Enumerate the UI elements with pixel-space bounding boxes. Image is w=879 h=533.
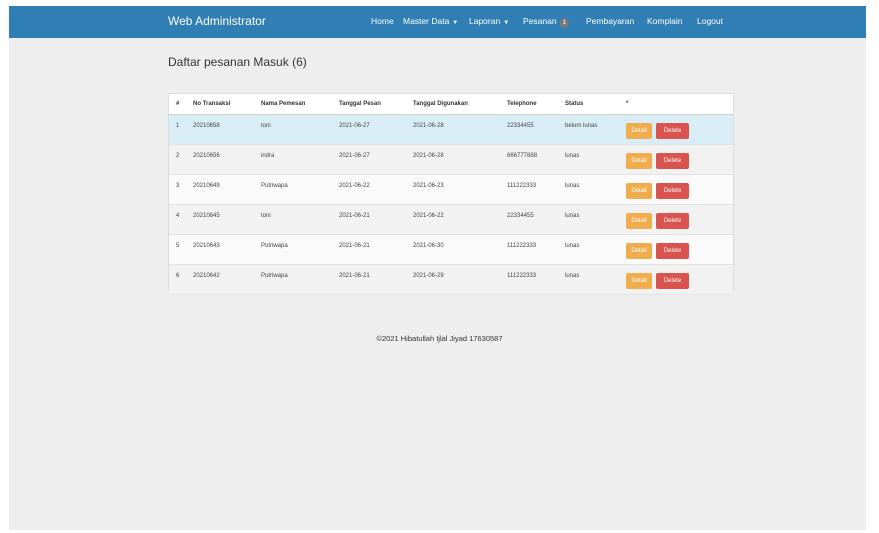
use-date: 2021-06-23 [413,183,444,189]
order-date: 2021-06-21 [339,273,370,279]
use-date: 2021-06-22 [413,213,444,219]
page-title: Daftar pesanan Masuk (6) [168,55,307,69]
detail-button[interactable]: Detail [626,273,652,289]
nav-master-data[interactable]: Master Data ▼ [403,16,458,26]
payment-status: belum lunas [565,123,598,129]
table-row: 1 20210658 toni 2021-06-27 2021-06-28 22… [169,115,733,145]
telephone: 666777888 [507,153,538,159]
caret-down-icon: ▼ [452,20,459,26]
table-row: 2 20210656 indra 2021-06-27 2021-06-28 6… [169,145,733,175]
detail-button[interactable]: Detail [626,153,652,169]
col-use-date-header: Tanggal Digunakan [413,101,468,107]
payment-status: lunas [565,273,580,279]
table-header: # No Transaksi Nama Pemesan Tanggal Pesa… [169,94,733,115]
order-date: 2021-06-21 [339,243,370,249]
nav-home-label: Home [371,16,394,26]
transaction-number: 20210643 [193,243,220,249]
delete-button[interactable]: Delete [656,153,689,169]
row-number: 5 [176,243,180,249]
col-status-header: Status [565,101,584,107]
table-row: 4 20210645 toni 2021-06-21 2021-06-22 22… [169,205,733,235]
transaction-number: 20210658 [193,123,220,129]
pesanan-count-badge: 1 [559,18,569,28]
delete-button[interactable]: Delete [656,273,689,289]
telephone: 111222333 [507,273,537,279]
customer-name: Putriwapa [261,243,288,249]
caret-down-icon: ▼ [503,20,510,26]
telephone: 22334455 [507,213,534,219]
delete-button[interactable]: Delete [656,243,689,259]
col-customer-header: Nama Pemesan [261,101,306,107]
nav-laporan[interactable]: Laporan ▼ [469,16,509,26]
payment-status: lunas [565,183,580,189]
row-number: 1 [176,123,180,129]
navbar: Web Administrator Home Master Data ▼ Lapo… [9,6,866,38]
telephone: 111222333 [507,183,537,189]
customer-name: toni [261,213,271,219]
nav-komplain-label: Komplain [647,16,683,26]
footer-copyright: ©2021 Hibatullah Ijlal Jiyad 17630587 [376,334,503,343]
order-date: 2021-06-22 [339,183,370,189]
telephone: 111222333 [507,243,537,249]
brand[interactable]: Web Administrator [168,14,266,28]
order-date: 2021-06-27 [339,153,370,159]
app-frame: Web Administrator Home Master Data ▼ Lapo… [9,6,866,530]
table-row: 6 20210642 Putriwapa 2021-06-21 2021-06-… [169,265,733,295]
nav-logout[interactable]: Logout [697,16,723,26]
table-row: 5 20210643 Putriwapa 2021-06-21 2021-06-… [169,235,733,265]
delete-button[interactable]: Delete [656,123,689,139]
row-number: 4 [176,213,180,219]
customer-name: Putriwapa [261,273,288,279]
col-number-header: # [176,101,180,107]
nav-pembayaran[interactable]: Pembayaran [586,16,634,26]
use-date: 2021-06-30 [413,243,444,249]
row-number: 3 [176,183,180,189]
payment-status: lunas [565,213,580,219]
row-number: 6 [176,273,180,279]
transaction-number: 20210645 [193,213,220,219]
col-order-date-header: Tanggal Pesan [339,101,381,107]
table-row: 3 20210649 Putriwapa 2021-06-22 2021-06-… [169,175,733,205]
col-action-header: * [626,101,629,107]
detail-button[interactable]: Detail [626,213,652,229]
nav-pembayaran-label: Pembayaran [586,16,635,26]
nav-pesanan-label: Pesanan [523,16,557,26]
transaction-number: 20210642 [193,273,220,279]
use-date: 2021-06-28 [413,153,444,159]
detail-button[interactable]: Detail [626,243,652,259]
detail-button[interactable]: Detail [626,123,652,139]
nav-master-label: Master Data [403,16,450,26]
nav-pesanan[interactable]: Pesanan 1 [523,16,569,28]
use-date: 2021-06-28 [413,123,444,129]
row-number: 2 [176,153,180,159]
orders-table: # No Transaksi Nama Pemesan Tanggal Pesa… [168,93,734,295]
customer-name: toni [261,123,271,129]
payment-status: lunas [565,153,580,159]
col-transaction-header: No Transaksi [193,101,231,107]
delete-button[interactable]: Delete [656,213,689,229]
transaction-number: 20210649 [193,183,220,189]
use-date: 2021-06-29 [413,273,444,279]
nav-komplain[interactable]: Komplain [647,16,682,26]
detail-button[interactable]: Detail [626,183,652,199]
payment-status: lunas [565,243,580,249]
nav-logout-label: Logout [697,16,723,26]
order-date: 2021-06-21 [339,213,370,219]
nav-laporan-label: Laporan [469,16,501,26]
col-phone-header: Telephone [507,101,537,107]
customer-name: indra [261,153,275,159]
transaction-number: 20210656 [193,153,220,159]
delete-button[interactable]: Delete [656,183,689,199]
telephone: 22334455 [507,123,534,129]
nav-home[interactable]: Home [371,16,394,26]
order-date: 2021-06-27 [339,123,370,129]
customer-name: Putriwapa [261,183,288,189]
